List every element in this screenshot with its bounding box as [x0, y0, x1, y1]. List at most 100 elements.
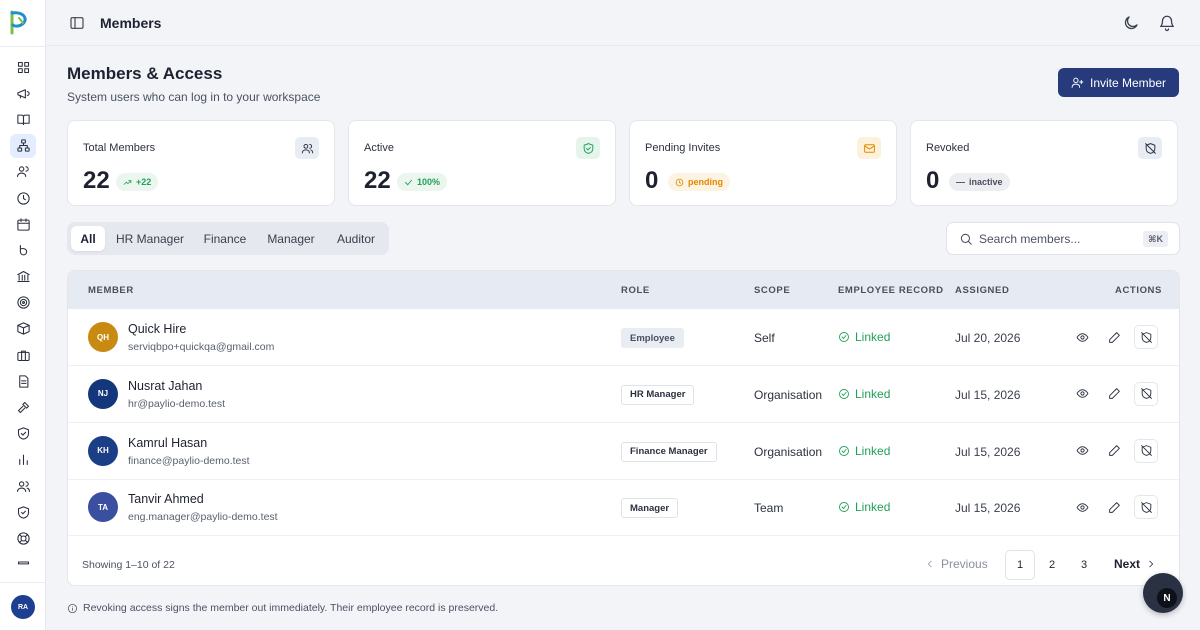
- previous-page-button[interactable]: Previous: [925, 557, 988, 571]
- book-icon: [10, 107, 36, 131]
- edit-button[interactable]: [1102, 495, 1126, 519]
- chevron-right-icon: [1149, 560, 1154, 568]
- moon-icon[interactable]: [1122, 14, 1140, 32]
- sidebar-toggle-icon[interactable]: [69, 15, 85, 31]
- assigned-date: Jul 15, 2026: [955, 387, 1021, 402]
- column-header-employee-record[interactable]: EMPLOYEE RECORD: [838, 285, 944, 296]
- invite-member-button[interactable]: Invite Member: [1058, 68, 1179, 97]
- tab-hr-manager[interactable]: HR Manager: [111, 226, 189, 251]
- app-logo[interactable]: [7, 9, 31, 37]
- sidebar-item-clock[interactable]: [0, 185, 46, 211]
- edit-button[interactable]: [1102, 439, 1126, 463]
- stat-label: Revoked: [926, 142, 970, 154]
- floating-action-button[interactable]: N: [1143, 573, 1183, 613]
- tab-finance[interactable]: Finance: [197, 226, 253, 251]
- view-button[interactable]: [1070, 382, 1094, 406]
- sidebar-item-document[interactable]: [0, 368, 46, 394]
- megaphone-icon: [10, 81, 36, 105]
- calendar-icon: [10, 212, 36, 236]
- bank-icon: [10, 265, 36, 289]
- sidebar-item-bank[interactable]: [0, 264, 46, 290]
- sidebar-item-shield[interactable]: [0, 499, 46, 525]
- pencil-icon: [1108, 388, 1120, 400]
- next-page-button[interactable]: Next: [1114, 557, 1156, 571]
- sidebar-item-megaphone[interactable]: [0, 80, 46, 106]
- stat-chip: 100%: [397, 173, 448, 191]
- box-icon: [10, 317, 36, 341]
- sidebar-item-dashboard[interactable]: [0, 54, 46, 80]
- role-badge: Manager: [621, 498, 679, 519]
- member-email: hr@paylio-demo.test: [128, 397, 226, 410]
- team-icon: [10, 474, 36, 498]
- sidebar-item-gavel[interactable]: [0, 394, 46, 420]
- stat-value: 0: [645, 167, 659, 194]
- revoke-button[interactable]: [1134, 325, 1158, 349]
- revoke-button[interactable]: [1134, 495, 1158, 520]
- stat-label: Total Members: [83, 142, 156, 154]
- revoke-button[interactable]: [1134, 438, 1158, 463]
- table-row[interactable]: NJ Nusrat Jahan hr@paylio-demo.test HR Mana…: [68, 366, 1179, 423]
- support-icon: [10, 526, 36, 550]
- member-name: Quick Hire: [128, 322, 187, 336]
- edit-button[interactable]: [1102, 382, 1126, 406]
- sidebar-item-bkash[interactable]: [0, 237, 46, 263]
- role-badge: Employee: [621, 328, 684, 348]
- sidebar-item-box[interactable]: [0, 316, 46, 342]
- bell-icon[interactable]: [1158, 14, 1176, 32]
- user-avatar[interactable]: RA: [11, 595, 35, 619]
- column-header-assigned[interactable]: ASSIGNED: [955, 285, 1009, 296]
- scope-text: Self: [754, 331, 775, 345]
- table-row[interactable]: TA Tanvir Ahmed eng.manager@paylio-demo.te…: [68, 479, 1179, 537]
- member-name: Kamrul Hasan: [128, 435, 208, 450]
- stat-card-total-members: Total Members 22 +22: [67, 120, 335, 206]
- sidebar-item-support[interactable]: [0, 525, 46, 551]
- column-header-scope[interactable]: SCOPE: [754, 285, 790, 296]
- employee-record-status: Linked: [838, 330, 890, 344]
- sidebar-item-more[interactable]: [0, 552, 46, 578]
- view-button[interactable]: [1070, 439, 1094, 463]
- search-shortcut-badge: ⌘K: [1143, 231, 1168, 247]
- header-title: Members: [100, 15, 162, 31]
- sidebar-item-shield-check[interactable]: [0, 421, 46, 447]
- assigned-date: Jul 15, 2026: [955, 444, 1021, 459]
- scope-text: Team: [754, 501, 784, 516]
- trend-up-icon: [123, 179, 132, 185]
- stat-chip: pending: [668, 173, 730, 191]
- stat-card-pending-invites: Pending Invites 0 pending: [629, 120, 897, 206]
- table-row[interactable]: QH Quick Hire serviqbpo+quickqa@gmail.com E…: [68, 309, 1179, 366]
- view-button[interactable]: [1070, 325, 1094, 349]
- page-button-3[interactable]: 3: [1069, 550, 1099, 580]
- scope-text: Organisation: [754, 387, 823, 402]
- pencil-icon: [1108, 331, 1120, 343]
- page-button-2[interactable]: 2: [1037, 550, 1067, 580]
- tab-all[interactable]: All: [71, 226, 105, 251]
- sidebar-item-briefcase[interactable]: [0, 342, 46, 368]
- edit-button[interactable]: [1102, 325, 1126, 349]
- sidebar-item-book[interactable]: [0, 106, 46, 132]
- table-row[interactable]: KH Kamrul Hasan finance@paylio-demo.test Fi…: [68, 423, 1179, 480]
- member-email: finance@paylio-demo.test: [128, 454, 250, 467]
- invite-member-label: Invite Member: [1089, 75, 1167, 90]
- check-circle-icon: [839, 388, 849, 399]
- briefcase-icon: [10, 343, 36, 367]
- pagination-summary: Showing 1–10 of 22: [82, 559, 175, 571]
- sidebar-item-calendar[interactable]: [0, 211, 46, 237]
- check-circle-icon: [839, 502, 849, 513]
- revoke-button[interactable]: [1134, 381, 1158, 406]
- shield-icon: [10, 500, 36, 524]
- column-header-role[interactable]: ROLE: [621, 285, 650, 296]
- shield-check-icon: [10, 422, 36, 446]
- sidebar-item-bar-chart[interactable]: [0, 447, 46, 473]
- shield-off-icon: [1138, 137, 1162, 159]
- sidebar-item-team[interactable]: [0, 473, 46, 499]
- sidebar-item-target[interactable]: [0, 290, 46, 316]
- sidebar-item-org-chart[interactable]: [0, 133, 46, 159]
- sidebar-item-users[interactable]: [0, 159, 46, 185]
- tab-auditor[interactable]: Auditor: [329, 226, 383, 251]
- search-input[interactable]: [979, 229, 1139, 249]
- tab-manager[interactable]: Manager: [261, 226, 321, 251]
- view-button[interactable]: [1070, 495, 1094, 519]
- page-button-1[interactable]: 1: [1005, 550, 1035, 580]
- column-header-actions: ACTIONS: [1115, 285, 1162, 296]
- column-header-member[interactable]: MEMBER: [88, 285, 134, 296]
